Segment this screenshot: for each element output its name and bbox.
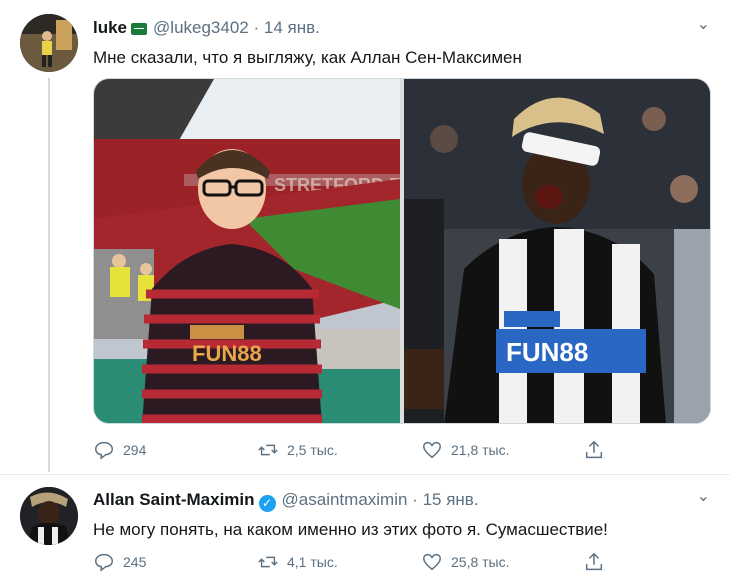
reply-count: 294 xyxy=(123,442,147,458)
avatar-luke[interactable] xyxy=(20,14,78,72)
like-button[interactable]: 25,8 тыс. xyxy=(421,550,510,574)
author-handle[interactable]: @asaintmaximin xyxy=(282,490,408,509)
share-icon xyxy=(585,440,603,459)
tweet-text: Мне сказали, что я выгляжу, как Аллан Се… xyxy=(93,48,522,67)
share-button[interactable] xyxy=(583,438,605,462)
tweet-header: luke @lukeg3402 · 14 янв. xyxy=(93,18,320,38)
tweet-date[interactable]: 14 янв. xyxy=(264,18,320,37)
avatar-saint-maximin[interactable] xyxy=(20,487,78,545)
like-icon xyxy=(423,441,441,459)
flag-icon xyxy=(131,22,148,35)
author-handle[interactable]: @lukeg3402 xyxy=(153,18,249,37)
caret-down-icon[interactable]: ⌄ xyxy=(697,486,710,505)
tweet-media[interactable]: STRETFORD END xyxy=(93,78,711,424)
reply-icon xyxy=(95,553,113,572)
tweet-luke[interactable]: luke @lukeg3402 · 14 янв. ⌄ Мне сказали, … xyxy=(0,0,730,472)
separator-dot: · xyxy=(412,490,418,509)
tweet-header: Allan Saint-Maximin ✓ @asaintmaximin · 15 … xyxy=(93,490,479,512)
like-button[interactable]: 21,8 тыс. xyxy=(421,438,510,462)
reply-icon xyxy=(95,441,113,460)
tweet-text: Не могу понять, на каком именно из этих … xyxy=(93,520,608,539)
retweet-icon xyxy=(258,556,278,568)
tweet-date[interactable]: 15 янв. xyxy=(423,490,479,509)
photo-saint-maximin[interactable]: FUN88 xyxy=(404,79,711,424)
author-name[interactable]: luke xyxy=(93,18,127,37)
retweet-button[interactable]: 4,1 тыс. xyxy=(257,550,338,574)
tweet-saint-maximin[interactable]: Allan Saint-Maximin ✓ @asaintmaximin · 15 … xyxy=(0,475,730,588)
reply-button[interactable]: 294 xyxy=(93,438,146,462)
like-count: 21,8 тыс. xyxy=(451,442,510,458)
reply-count: 245 xyxy=(123,554,147,570)
share-icon xyxy=(585,552,603,571)
tweet-actions: 245 4,1 тыс. 25,8 тыс. xyxy=(93,550,613,574)
author-name[interactable]: Allan Saint-Maximin xyxy=(93,490,255,509)
retweet-icon xyxy=(258,444,278,456)
separator-dot: · xyxy=(253,18,260,37)
caret-down-icon[interactable]: ⌄ xyxy=(697,14,710,33)
like-icon xyxy=(423,553,441,571)
right-shirt-text: FUN88 xyxy=(506,337,588,367)
reply-button[interactable]: 245 xyxy=(93,550,146,574)
photo-luke-stadium[interactable]: STRETFORD END xyxy=(94,79,400,424)
verified-icon: ✓ xyxy=(258,495,276,512)
retweet-count: 4,1 тыс. xyxy=(287,554,338,570)
left-shirt-text: FUN88 xyxy=(192,341,262,366)
like-count: 25,8 тыс. xyxy=(451,554,510,570)
tweet-actions: 294 2,5 тыс. 21,8 тыс. xyxy=(93,438,613,462)
share-button[interactable] xyxy=(583,550,605,574)
thread-line xyxy=(48,78,50,472)
retweet-count: 2,5 тыс. xyxy=(287,442,338,458)
retweet-button[interactable]: 2,5 тыс. xyxy=(257,438,338,462)
